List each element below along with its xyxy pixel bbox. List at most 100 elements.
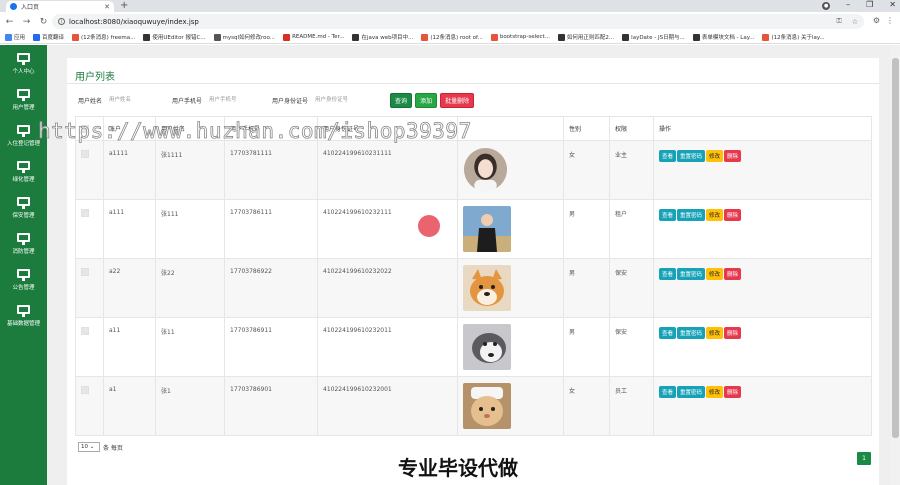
close-window-icon[interactable]: ✕ (889, 0, 896, 10)
batch-delete-button[interactable]: 批量删除 (440, 92, 475, 108)
role-cell: 保安 (609, 258, 654, 318)
page-size-select[interactable]: 10 ⌄ (78, 442, 100, 452)
forward-icon[interactable]: → (22, 17, 31, 27)
phone-search-input[interactable] (205, 92, 268, 108)
extension-icon[interactable]: ⚙ (873, 16, 880, 25)
edit-button[interactable]: 修改 (706, 209, 724, 221)
bookmark-item[interactable]: 在java web项目中... (352, 33, 413, 41)
browser-tab[interactable]: 入口页 ✕ (6, 1, 114, 12)
account-cell: a111 (103, 199, 156, 259)
row-actions: 查看 重置密码 修改 删除 (659, 209, 871, 221)
row-select-cell[interactable] (75, 258, 104, 318)
sidebar-item[interactable]: 公告管理 (0, 261, 47, 297)
divider (67, 83, 879, 84)
bookmark-item[interactable]: 百度翻译 (33, 33, 64, 41)
row-checkbox[interactable] (81, 386, 89, 394)
bookmark-item[interactable]: README.md - Ter... (283, 33, 344, 41)
row-select-cell[interactable] (75, 376, 104, 436)
sidebar-item[interactable]: 绿化管理 (0, 153, 47, 189)
bookmark-favicon-icon (762, 33, 770, 41)
name-search-input[interactable] (105, 92, 168, 108)
reset-password-button[interactable]: 重置密码 (677, 386, 706, 398)
sidebar-item[interactable]: 用户管理 (0, 81, 47, 117)
row-checkbox[interactable] (81, 268, 89, 276)
sidebar-item-label: 公告管理 (12, 285, 35, 291)
delete-button[interactable]: 删除 (724, 268, 742, 280)
gender-cell: 男 (563, 199, 610, 259)
actions-cell: 查看 重置密码 修改 删除 (653, 376, 872, 436)
profile-icon[interactable]: ● (822, 2, 831, 10)
sidebar-item[interactable]: 基础数据管理 (0, 297, 47, 333)
row-checkbox[interactable] (81, 150, 89, 158)
account-cell: a22 (103, 258, 156, 318)
view-button[interactable]: 查看 (659, 150, 677, 162)
reset-password-button[interactable]: 重置密码 (677, 327, 706, 339)
star-icon[interactable]: ☆ (852, 18, 858, 26)
name-cell: 张22 (155, 258, 225, 318)
actions-cell: 查看 重置密码 修改 删除 (653, 140, 872, 200)
edit-button[interactable]: 修改 (706, 327, 724, 339)
page-button-1[interactable]: 1 (857, 452, 871, 465)
bookmark-item[interactable]: bootstrap-select... (490, 33, 550, 41)
bookmark-item[interactable]: mysql如何修改roo... (213, 33, 275, 41)
bookmark-item[interactable]: (12条消息) freema... (72, 33, 135, 41)
url-field[interactable]: i localhost:8080/xiaoquwuye/index.jsp ⚿ … (52, 14, 864, 29)
sidebar-item[interactable]: 个人中心 (0, 45, 47, 81)
bookmark-item[interactable]: (12条消息) root of... (421, 33, 483, 41)
account-cell: a11 (103, 317, 156, 377)
bookmark-item[interactable]: 表单模块文档 - Lay... (692, 33, 754, 41)
view-button[interactable]: 查看 (659, 268, 677, 280)
key-icon[interactable]: ⚿ (836, 17, 841, 26)
delete-button[interactable]: 删除 (724, 209, 742, 221)
sidebar-item[interactable]: 保安管理 (0, 189, 47, 225)
delete-button[interactable]: 删除 (724, 150, 742, 162)
tab-title: 入口页 (21, 4, 40, 11)
menu-icon[interactable]: ⋮ (886, 16, 894, 25)
close-tab-icon[interactable]: ✕ (104, 3, 110, 11)
new-tab-icon[interactable]: + (120, 0, 128, 11)
scrollbar-thumb[interactable] (892, 58, 899, 438)
info-icon[interactable]: i (58, 18, 65, 25)
bookmark-item[interactable]: 应用 (5, 33, 25, 41)
add-button[interactable]: 添加 (415, 92, 438, 108)
table-row: a11 张11 17703786911 410224199610232011 男保安 查看… (75, 317, 872, 377)
monitor-icon (17, 197, 30, 209)
bookmark-favicon-icon (72, 33, 80, 41)
query-button[interactable]: 查询 (390, 92, 413, 108)
edit-button[interactable]: 修改 (706, 150, 724, 162)
row-checkbox[interactable] (81, 327, 89, 335)
idcard-search-input[interactable] (311, 92, 374, 108)
row-select-cell[interactable] (75, 199, 104, 259)
minimize-icon[interactable]: – (846, 0, 850, 10)
edit-button[interactable]: 修改 (706, 386, 724, 398)
back-icon[interactable]: ← (5, 17, 14, 27)
monitor-icon (17, 233, 30, 245)
view-button[interactable]: 查看 (659, 386, 677, 398)
bookmark-item[interactable]: layDate - JS日期与... (622, 33, 685, 41)
bookmark-item[interactable]: 使用UEditor 报错C... (143, 33, 206, 41)
reset-password-button[interactable]: 重置密码 (677, 268, 706, 280)
reload-icon[interactable]: ↻ (39, 17, 48, 27)
role-cell: 员工 (609, 376, 654, 436)
bookmark-item[interactable]: 如何用正则匹配2... (557, 33, 614, 41)
row-select-cell[interactable] (75, 317, 104, 377)
view-button[interactable]: 查看 (659, 209, 677, 221)
name-label: 用户姓名 (78, 97, 103, 105)
sidebar-item[interactable]: 入住登记管理 (0, 117, 47, 153)
sidebar-item[interactable]: 消防管理 (0, 225, 47, 261)
bookmark-item[interactable]: (12条消息) 关于lay... (762, 33, 825, 41)
reset-password-button[interactable]: 重置密码 (677, 209, 706, 221)
delete-button[interactable]: 删除 (724, 386, 742, 398)
bookmark-favicon-icon (213, 33, 221, 41)
window-controls: ● – ❐ ✕ (822, 0, 896, 10)
delete-button[interactable]: 删除 (724, 327, 742, 339)
select-all-checkbox[interactable] (81, 124, 89, 133)
row-checkbox[interactable] (81, 209, 89, 217)
maximize-icon[interactable]: ❐ (866, 0, 873, 10)
select-all-header[interactable] (75, 116, 104, 141)
edit-button[interactable]: 修改 (706, 268, 724, 280)
reset-password-button[interactable]: 重置密码 (677, 150, 706, 162)
view-button[interactable]: 查看 (659, 327, 677, 339)
row-select-cell[interactable] (75, 140, 104, 200)
sidebar-item-label: 入住登记管理 (6, 141, 40, 147)
